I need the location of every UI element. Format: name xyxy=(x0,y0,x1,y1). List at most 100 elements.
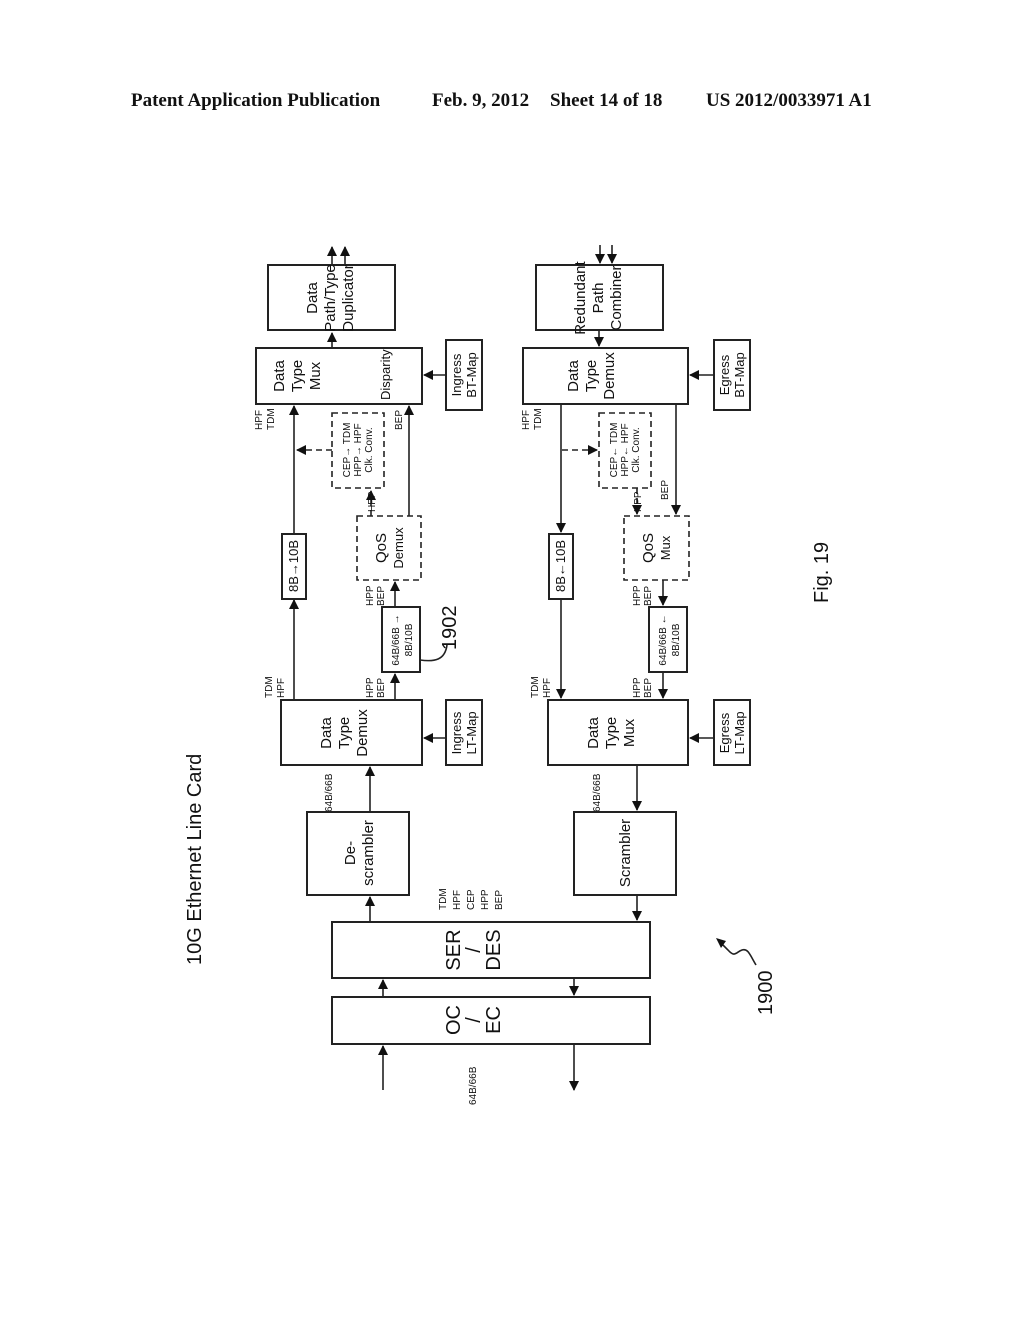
svg-text:Egress: Egress xyxy=(717,712,732,753)
svg-text:scrambler: scrambler xyxy=(360,820,377,886)
qos-demux-label: QoS Demux xyxy=(373,527,406,569)
svg-text:8B/10B: 8B/10B xyxy=(404,623,415,656)
svg-text:Ingress: Ingress xyxy=(449,711,464,754)
egress-hpp-bep-label-upper: HPP BEP xyxy=(632,585,654,606)
ref-1900: 1900 xyxy=(755,971,777,1016)
egress-data-type-mux-label: Data Type Mux xyxy=(585,717,638,750)
svg-text:HPP: HPP xyxy=(632,585,643,606)
scrambler-label: Scrambler xyxy=(617,819,634,887)
svg-text:OC: OC xyxy=(443,1005,465,1035)
svg-text:/: / xyxy=(463,1017,485,1023)
ref-1900-leader xyxy=(719,941,757,966)
svg-text:DES: DES xyxy=(483,929,505,970)
svg-text:Mux: Mux xyxy=(621,718,638,747)
ingress-hpp-bep-label-lower: HPP BEP xyxy=(365,677,387,698)
ocec-64b66b-label: 64B/66B xyxy=(468,1066,479,1105)
svg-text:CEP← TDM: CEP← TDM xyxy=(609,423,620,478)
svg-text:TDM: TDM xyxy=(438,888,449,910)
svg-text:SER: SER xyxy=(443,929,465,970)
svg-text:Mux: Mux xyxy=(658,535,673,560)
svg-text:Type: Type xyxy=(603,717,620,750)
svg-text:BEP: BEP xyxy=(494,890,505,910)
svg-text:BEP: BEP xyxy=(643,678,654,698)
egress-tdm-hpf-label: TDM HPF xyxy=(530,676,553,698)
diagram-title: 10G Ethernet Line Card xyxy=(184,754,206,965)
ref-1902: 1902 xyxy=(439,606,461,651)
ingress-hpp-bep-label-upper: HPP BEP xyxy=(365,585,387,606)
svg-text:Clk. Conv.: Clk. Conv. xyxy=(631,427,642,472)
svg-text:Data: Data xyxy=(271,360,288,392)
egress-bep-label: BEP xyxy=(660,480,671,500)
svg-text:Mux: Mux xyxy=(307,361,324,390)
egress-bt-map-label: Egress BT-Map xyxy=(717,352,747,398)
svg-text:HPF: HPF xyxy=(452,890,463,910)
svg-text:Data: Data xyxy=(304,282,321,314)
svg-text:HPF: HPF xyxy=(276,678,287,698)
svg-text:BEP: BEP xyxy=(643,586,654,606)
svg-text:QoS: QoS xyxy=(640,533,657,563)
svg-text:Demux: Demux xyxy=(391,527,406,569)
svg-text:Redundant: Redundant xyxy=(572,260,589,334)
svg-text:Egress: Egress xyxy=(717,354,732,395)
svg-text:HPP: HPP xyxy=(480,889,491,910)
svg-text:BT-Map: BT-Map xyxy=(464,352,479,398)
egress-lt-map-label: Egress LT-Map xyxy=(717,711,747,754)
svg-text:HPP: HPP xyxy=(365,677,376,698)
ingress-bt-map-label: Ingress BT-Map xyxy=(449,352,479,398)
egress-64b66b-label: 64B/66B xyxy=(592,773,603,812)
svg-text:BEP: BEP xyxy=(376,678,387,698)
svg-text:Type: Type xyxy=(289,360,306,393)
svg-text:TDM: TDM xyxy=(266,408,277,430)
svg-text:Data: Data xyxy=(585,717,602,749)
svg-text:LT-Map: LT-Map xyxy=(732,711,747,754)
svg-text:64B/66B →: 64B/66B → xyxy=(391,614,402,665)
svg-text:Ingress: Ingress xyxy=(449,353,464,396)
svg-text:BT-Map: BT-Map xyxy=(732,352,747,398)
qos-hpp-label: HPP xyxy=(367,491,378,512)
egress-clk-conv-label: CEP← TDM HPP← HPF Clk. Conv. xyxy=(609,423,642,478)
svg-text:CEP→ TDM: CEP→ TDM xyxy=(342,423,353,478)
svg-text:QoS: QoS xyxy=(373,533,390,563)
svg-text:HPP: HPP xyxy=(632,677,643,698)
svg-text:Demux: Demux xyxy=(601,352,618,400)
egress-hpp-label: HPP xyxy=(633,491,644,512)
svg-text:HPF: HPF xyxy=(254,410,265,430)
svg-text:64B/66B ←: 64B/66B ← xyxy=(658,614,669,665)
ingress-data-type-mux-label: Data Type Mux xyxy=(271,360,324,393)
block-diagram: 10G Ethernet Line Card Data Path/Type Du… xyxy=(184,245,833,1105)
svg-text:TDM: TDM xyxy=(530,676,541,698)
svg-text:/: / xyxy=(463,947,485,953)
enc-8b10b-label: 8B→10B xyxy=(286,540,301,592)
ingress-clk-conv-label: CEP→ TDM HPP→ HPF Clk. Conv. xyxy=(342,423,375,478)
ingress-hpf-tdm-label: HPF TDM xyxy=(254,408,277,430)
svg-text:LT-Map: LT-Map xyxy=(464,711,479,754)
ingress-64b66b-label: 64B/66B xyxy=(324,773,335,812)
ingress-tdm-hpf-label: TDM HPF xyxy=(264,676,287,698)
svg-text:Type: Type xyxy=(336,717,353,750)
qos-mux-label: QoS Mux xyxy=(640,533,673,563)
dec-8b10b-label: 8B←10B xyxy=(553,540,568,592)
svg-text:HPP← HPF: HPP← HPF xyxy=(620,423,631,476)
svg-text:TDM: TDM xyxy=(264,676,275,698)
figure-label: Fig. 19 xyxy=(811,542,833,603)
svg-text:Path/Type: Path/Type xyxy=(322,264,339,332)
svg-text:HPF: HPF xyxy=(521,410,532,430)
svg-text:Clk. Conv.: Clk. Conv. xyxy=(364,427,375,472)
svg-text:HPF: HPF xyxy=(542,678,553,698)
ingress-bep-label: BEP xyxy=(394,410,405,430)
svg-text:Data: Data xyxy=(318,717,335,749)
svg-text:EC: EC xyxy=(483,1006,505,1034)
svg-text:CEP: CEP xyxy=(466,889,477,910)
svg-text:De-: De- xyxy=(342,841,359,865)
serdes-types-label: TDM HPF CEP HPP BEP xyxy=(438,888,505,910)
disparity-label: Disparity xyxy=(378,349,393,400)
svg-text:Combiner: Combiner xyxy=(608,265,625,330)
svg-text:Type: Type xyxy=(583,360,600,393)
svg-text:HPP: HPP xyxy=(365,585,376,606)
svg-text:Path: Path xyxy=(590,283,607,314)
svg-text:Data: Data xyxy=(565,360,582,392)
egress-hpp-bep-label-lower: HPP BEP xyxy=(632,677,654,698)
ingress-lt-map-label: Ingress LT-Map xyxy=(449,711,479,754)
svg-text:HPP→ HPF: HPP→ HPF xyxy=(353,423,364,476)
svg-text:BEP: BEP xyxy=(376,586,387,606)
